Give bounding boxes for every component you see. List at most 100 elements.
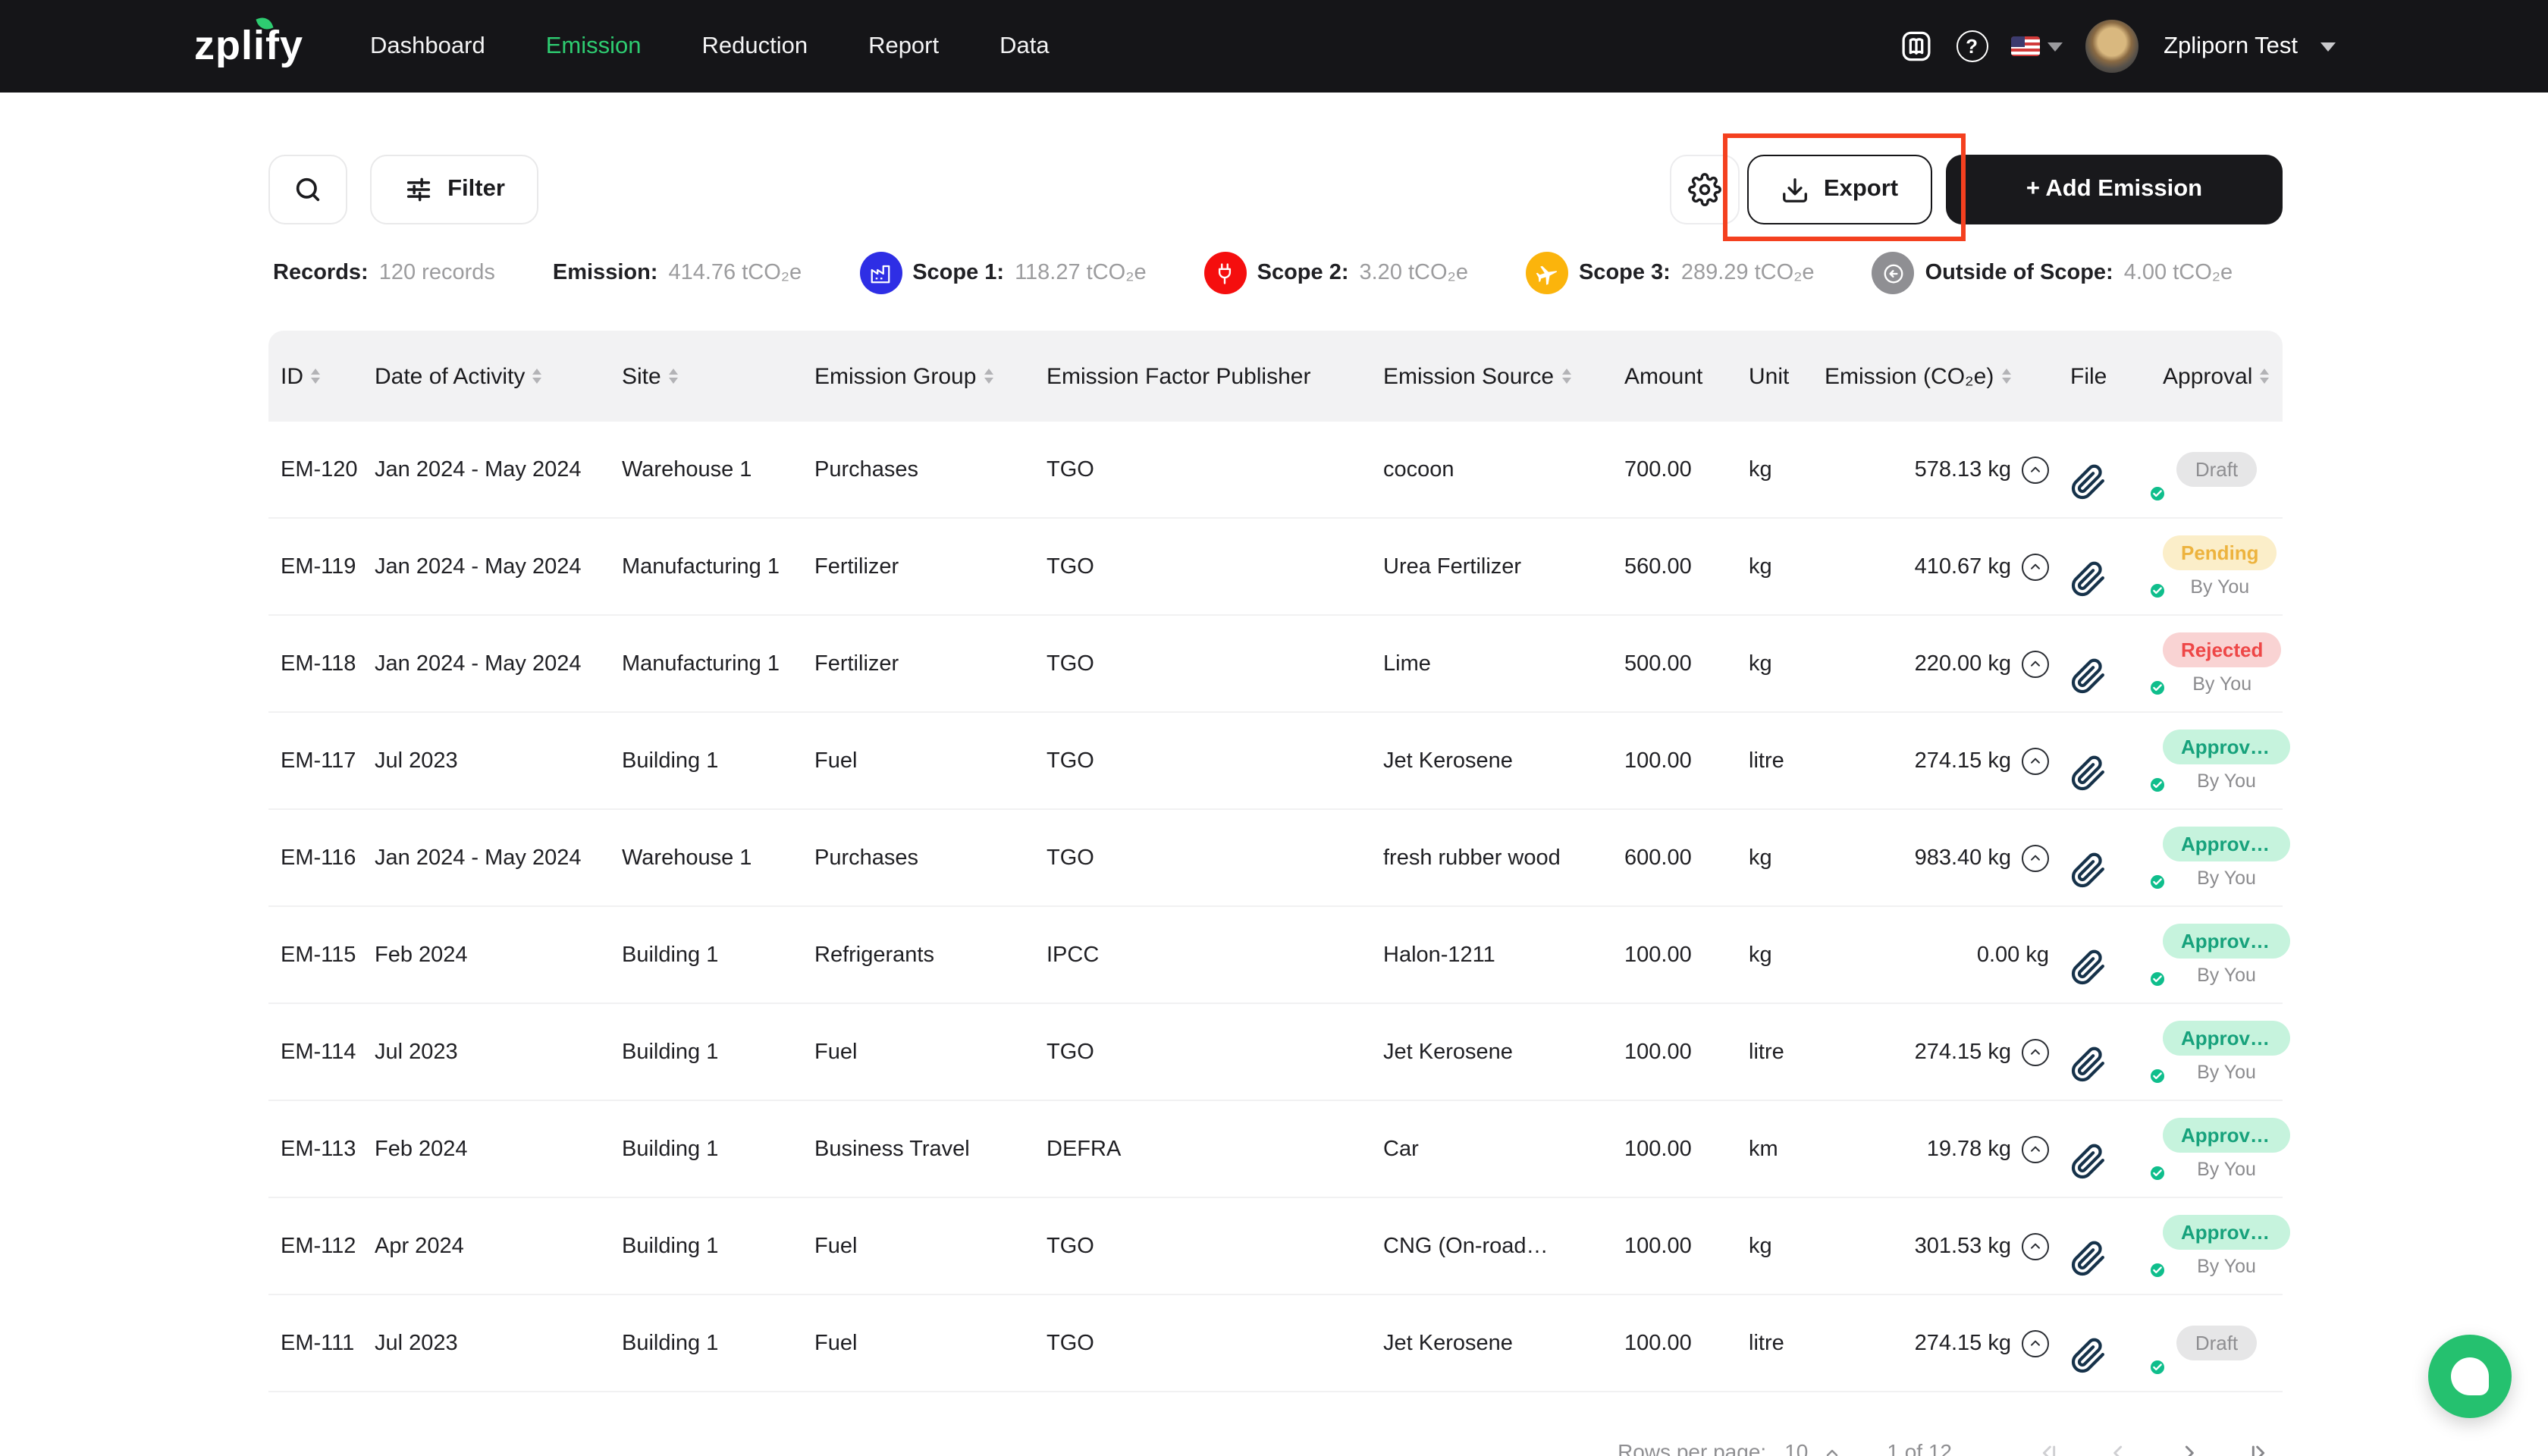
user-menu-chevron-icon[interactable]	[2320, 42, 2336, 51]
nav-item-dashboard[interactable]: Dashboard	[370, 33, 485, 60]
help-icon[interactable]: ?	[1956, 30, 1988, 62]
cell-unit: kg	[1749, 651, 1772, 676]
cell-amount: 100.00	[1624, 748, 1692, 773]
expand-chevron-icon[interactable]	[2022, 1135, 2049, 1163]
attachment-paperclip-icon[interactable]	[2070, 560, 2167, 600]
attachment-paperclip-icon[interactable]	[2070, 755, 2167, 794]
expand-chevron-icon[interactable]	[2022, 1232, 2049, 1260]
last-page-icon[interactable]	[2246, 1440, 2270, 1456]
column-header[interactable]: Emission (CO₂e)	[1825, 363, 2070, 389]
nav-item-report[interactable]: Report	[868, 33, 939, 60]
attachment-paperclip-icon[interactable]	[2070, 463, 2167, 503]
file-check-icon	[2148, 580, 2167, 600]
language-selector[interactable]	[2010, 36, 2063, 56]
table-row[interactable]: EM-120 Jan 2024 - May 2024 Warehouse 1 P…	[268, 422, 2283, 519]
column-header[interactable]: Emission Group	[814, 363, 1046, 389]
approval-status-badge: Approved	[2163, 924, 2290, 959]
column-header[interactable]: Emission Factor Publisher	[1046, 363, 1383, 389]
attachment-paperclip-icon[interactable]	[2070, 657, 2167, 697]
first-page-icon[interactable]	[2037, 1440, 2061, 1456]
rows-per-page-caret-icon[interactable]	[1823, 1443, 1841, 1456]
cell-emission: 301.53 kg	[1825, 1232, 2070, 1260]
cell-site: Manufacturing 1	[622, 651, 780, 676]
attachment-paperclip-icon[interactable]	[2070, 949, 2167, 988]
logo[interactable]: zplify	[194, 14, 304, 70]
emission-value: 301.53 kg	[1914, 1234, 2011, 1258]
table-row[interactable]: EM-112 Apr 2024 Building 1 Fuel TGO CNG …	[268, 1198, 2290, 1295]
attachment-paperclip-icon[interactable]	[2070, 852, 2167, 891]
docs-book-icon[interactable]	[1898, 29, 1933, 64]
nav-item-data[interactable]: Data	[999, 33, 1050, 60]
column-header[interactable]: Date of Activity	[375, 363, 622, 389]
emission-value: 274.15 kg	[1914, 1040, 2011, 1064]
filter-button[interactable]: Filter	[370, 155, 538, 224]
cell-approval: Draft	[2163, 1326, 2270, 1360]
avatar[interactable]	[2085, 20, 2138, 73]
rows-per-page-value[interactable]: 10	[1784, 1439, 1808, 1456]
chat-widget-button[interactable]	[2428, 1335, 2512, 1418]
prev-page-icon[interactable]	[2107, 1440, 2131, 1456]
attachment-paperclip-icon[interactable]	[2070, 1337, 2167, 1376]
cell-file	[2070, 1021, 2167, 1085]
cell-approval: Approved By You	[2163, 1215, 2290, 1277]
nav-item-emission[interactable]: Emission	[546, 33, 642, 60]
cell-emission-group: Purchases	[814, 457, 919, 482]
table-row[interactable]: EM-114 Jul 2023 Building 1 Fuel TGO Jet …	[268, 1004, 2290, 1101]
table-row[interactable]: EM-118 Jan 2024 - May 2024 Manufacturing…	[268, 616, 2283, 713]
cell-approval: Approved By You	[2163, 1021, 2290, 1083]
cell-file	[2070, 827, 2167, 891]
scope1-summary: Scope 1: 118.27 tCO₂e	[859, 252, 1147, 294]
column-header-label: File	[2070, 363, 2107, 389]
expand-chevron-icon[interactable]	[2022, 844, 2049, 871]
scope3-summary: Scope 3: 289.29 tCO₂e	[1525, 252, 1815, 294]
toolbar: Filter Export + Add Emission	[268, 133, 2283, 241]
column-header[interactable]: Emission Source	[1383, 363, 1624, 389]
gear-icon	[1688, 173, 1721, 206]
logo-text: zplify	[194, 23, 304, 68]
table-row[interactable]: EM-116 Jan 2024 - May 2024 Warehouse 1 P…	[268, 810, 2290, 907]
table-row[interactable]: EM-111 Jul 2023 Building 1 Fuel TGO Jet …	[268, 1295, 2283, 1392]
column-header[interactable]: Approval	[2163, 363, 2270, 389]
cell-emission: 274.15 kg	[1825, 1038, 2070, 1065]
add-emission-button[interactable]: + Add Emission	[1946, 155, 2283, 224]
table-row[interactable]: EM-113 Feb 2024 Building 1 Business Trav…	[268, 1101, 2290, 1198]
table-settings-button[interactable]	[1670, 155, 1740, 224]
cell-date: Feb 2024	[375, 943, 468, 967]
expand-chevron-icon[interactable]	[2022, 1038, 2049, 1065]
column-header[interactable]: Amount	[1624, 363, 1749, 389]
export-button[interactable]: Export	[1747, 155, 1932, 224]
cell-approval: Approved By You	[2163, 924, 2290, 986]
next-page-icon[interactable]	[2176, 1440, 2201, 1456]
column-header[interactable]: File	[2070, 363, 2163, 389]
attachment-paperclip-icon[interactable]	[2070, 1046, 2167, 1085]
cell-emission-group: Fuel	[814, 748, 858, 773]
cell-unit: kg	[1749, 457, 1772, 482]
expand-chevron-icon[interactable]	[2022, 553, 2049, 580]
expand-chevron-icon[interactable]	[2022, 747, 2049, 774]
column-header[interactable]: Unit	[1749, 363, 1825, 389]
approval-by-label: By You	[2197, 1256, 2256, 1277]
cell-source: Urea Fertilizer	[1383, 554, 1522, 579]
cell-id: EM-114	[281, 1040, 356, 1064]
emission-value: 19.78 kg	[1926, 1137, 2011, 1161]
column-header[interactable]: Site	[622, 363, 814, 389]
cell-amount: 500.00	[1624, 651, 1692, 676]
table-row[interactable]: EM-117 Jul 2023 Building 1 Fuel TGO Jet …	[268, 713, 2290, 810]
column-header[interactable]: ID	[281, 363, 375, 389]
cell-source: Halon-1211	[1383, 943, 1495, 967]
cell-publisher: DEFRA	[1046, 1137, 1122, 1161]
records-summary: Records: 120 records	[273, 261, 495, 285]
nav-item-reduction[interactable]: Reduction	[701, 33, 808, 60]
table-row[interactable]: EM-115 Feb 2024 Building 1 Refrigerants …	[268, 907, 2290, 1004]
expand-chevron-icon[interactable]	[2022, 456, 2049, 483]
cell-file	[2070, 536, 2167, 600]
expand-chevron-icon[interactable]	[2022, 650, 2049, 677]
search-button[interactable]	[268, 155, 347, 224]
cell-id: EM-112	[281, 1234, 356, 1258]
cell-amount: 700.00	[1624, 457, 1692, 482]
expand-chevron-icon[interactable]	[2022, 1329, 2049, 1357]
table-row[interactable]: EM-119 Jan 2024 - May 2024 Manufacturing…	[268, 519, 2283, 616]
attachment-paperclip-icon[interactable]	[2070, 1143, 2167, 1182]
attachment-paperclip-icon[interactable]	[2070, 1240, 2167, 1279]
cell-emission: 0.00 kg	[1825, 943, 2070, 967]
